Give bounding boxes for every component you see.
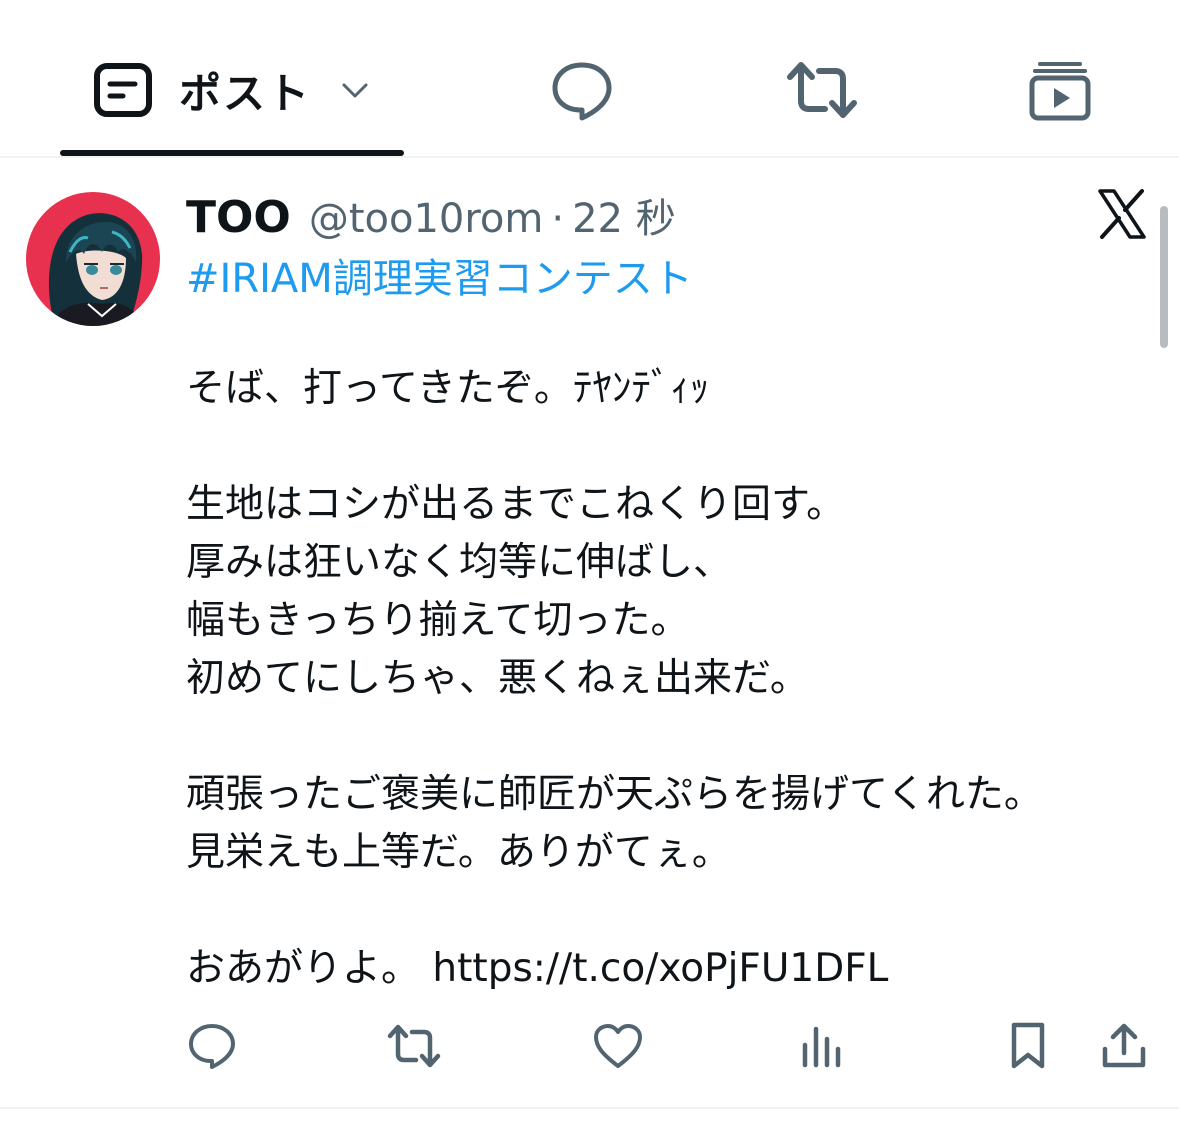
tweet-line-with-link: おあがりよ。 https://t.co/xoPjFU1DFL (186, 940, 1146, 998)
tab-post-label: ポスト (178, 68, 311, 118)
tab-replies[interactable] (540, 40, 624, 140)
top-tab-bar: ポスト (0, 0, 1179, 156)
x-logo-icon (1098, 189, 1146, 239)
tweet-line: 初めてにしちゃ、悪くねぇ出来だ。 (186, 656, 809, 701)
reply-bubble-icon (552, 62, 612, 121)
views-button[interactable] (794, 1018, 850, 1074)
post-icon (93, 63, 152, 117)
tab-post[interactable]: ポスト (60, 40, 404, 140)
repost-button[interactable] (386, 1018, 442, 1074)
heart-icon (594, 1024, 642, 1068)
scrollbar[interactable] (1160, 206, 1168, 348)
tab-media[interactable] (1018, 40, 1102, 140)
bookmark-button[interactable] (1000, 1018, 1056, 1074)
media-stack-play-icon (1029, 62, 1091, 121)
tweet-url-link[interactable]: https://t.co/xoPjFU1DFL (432, 946, 888, 991)
tweet-line: 頑張ったご褒美に師匠が天ぷらを揚げてくれた。 (186, 772, 1043, 817)
user-handle[interactable]: @too10rom (309, 196, 544, 242)
tweet-header: TOO @too10rom · 22 秒 (186, 186, 676, 244)
avatar-image (26, 192, 160, 326)
bookmark-icon (1011, 1022, 1045, 1069)
tweet-text: そば、打ってきたぞ。ﾃﾔﾝﾃﾞｨｯ 生地はコシが出るまでこねくり回す。 厚みは狂… (186, 360, 1146, 998)
display-name[interactable]: TOO (186, 192, 291, 243)
reply-button[interactable] (184, 1018, 240, 1074)
share-button[interactable] (1096, 1018, 1152, 1074)
tab-bar-divider (0, 156, 1179, 158)
tweet-line: そば、打ってきたぞ。ﾃﾔﾝﾃﾞｨｯ (186, 366, 710, 411)
share-icon (1102, 1023, 1146, 1068)
tab-reposts[interactable] (780, 40, 864, 140)
tweet-line: 厚みは狂いなく均等に伸ばし、 (186, 540, 733, 585)
like-button[interactable] (590, 1018, 646, 1074)
tweet-line: 見栄えも上等だ。ありがてぇ。 (186, 830, 731, 875)
separator-dot: · (551, 196, 565, 242)
repost-icon (787, 62, 857, 118)
bar-chart-icon (802, 1026, 841, 1068)
hashtag-link[interactable]: #IRIAM調理実習コンテスト (186, 246, 693, 304)
reply-icon (189, 1024, 235, 1069)
tweet-divider (0, 1107, 1179, 1109)
tweet-line: 幅もきっちり揃えて切った。 (186, 598, 690, 643)
tweet-line: 生地はコシが出るまでこねくり回す。 (186, 482, 846, 527)
repost-icon (387, 1024, 441, 1068)
chevron-down-icon[interactable] (339, 74, 371, 106)
avatar[interactable] (26, 192, 160, 326)
tweet-line-text: おあがりよ。 (186, 946, 433, 991)
timestamp[interactable]: 22 秒 (572, 186, 676, 244)
